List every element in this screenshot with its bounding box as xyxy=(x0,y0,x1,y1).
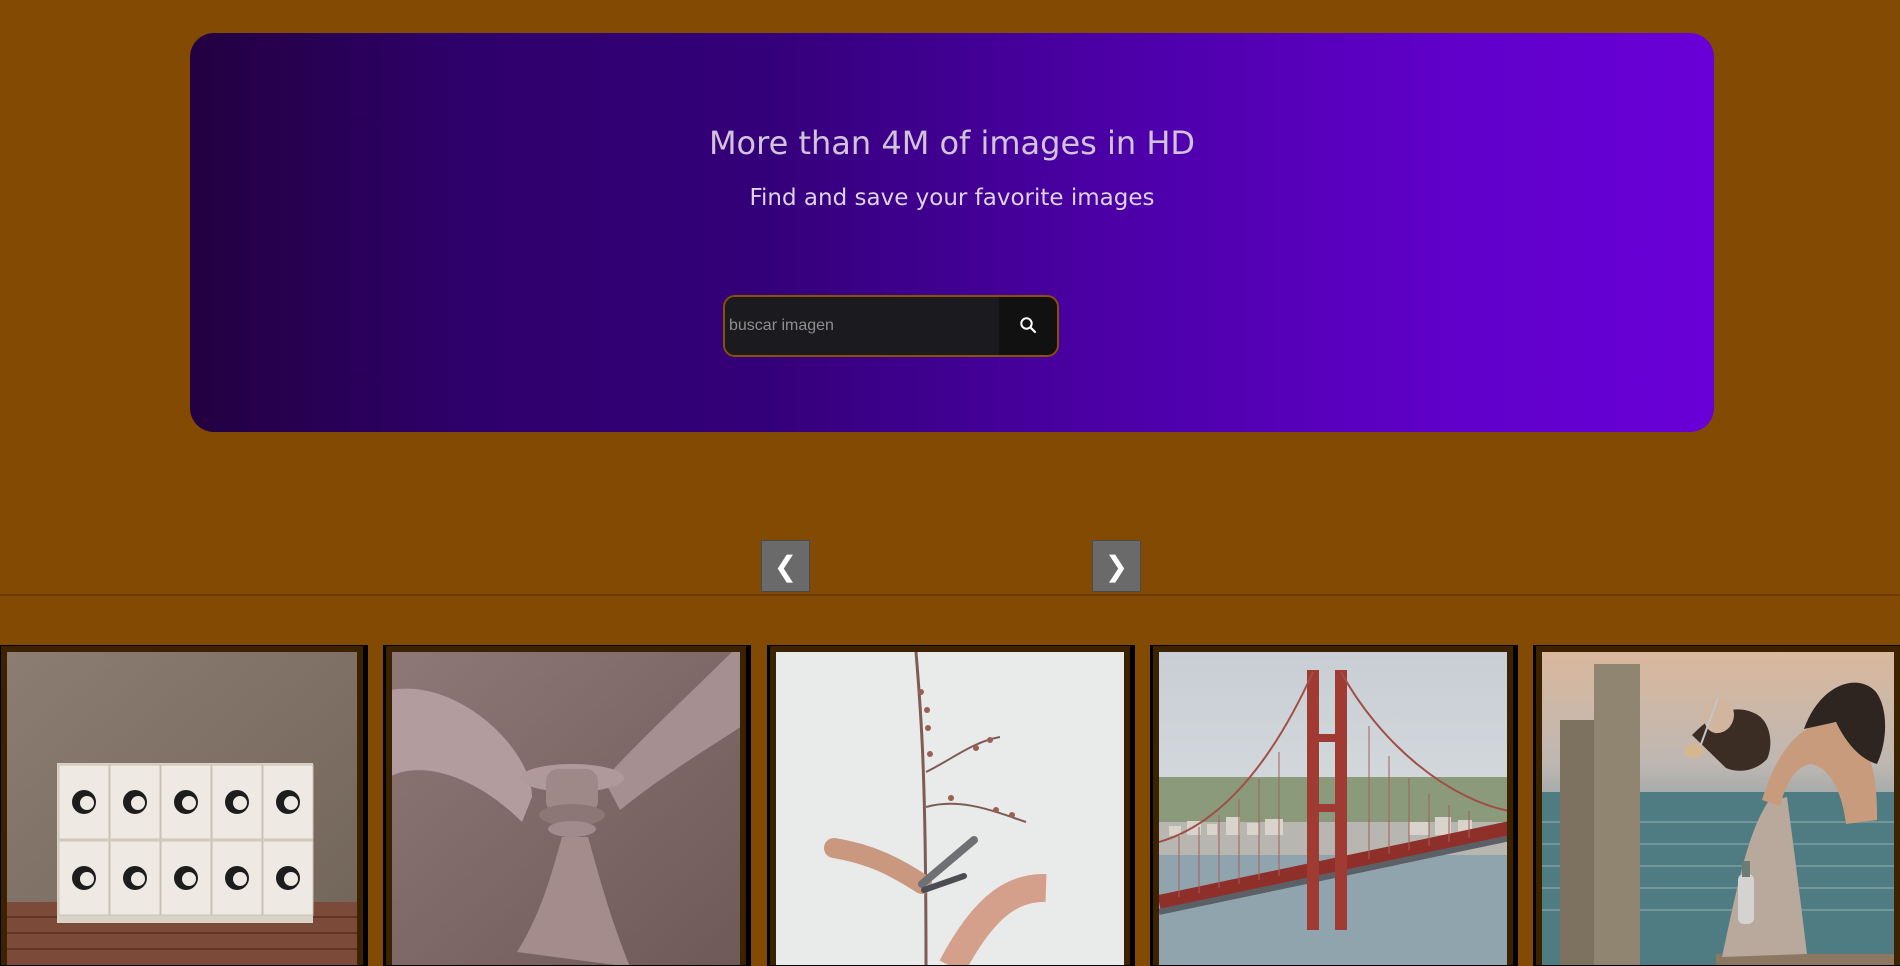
search-button[interactable] xyxy=(999,297,1057,355)
gallery-card[interactable] xyxy=(1533,645,1900,966)
posters-image-art xyxy=(7,652,357,965)
image-gallery xyxy=(0,645,1900,966)
pruning-image[interactable] xyxy=(776,652,1124,965)
hero-subtitle: Find and save your favorite images xyxy=(749,185,1155,211)
hero-banner: More than 4M of images in HD Find and sa… xyxy=(190,33,1714,432)
gallery-card[interactable] xyxy=(767,645,1135,966)
page: More than 4M of images in HD Find and sa… xyxy=(0,0,1900,966)
pier-image[interactable] xyxy=(1542,652,1894,965)
gallery-card[interactable] xyxy=(383,645,751,966)
bridge-image[interactable] xyxy=(1159,652,1507,965)
pier-image-art xyxy=(1542,652,1894,965)
ceiling-fan-image-art xyxy=(392,652,740,965)
carousel-next-button[interactable]: ❯ xyxy=(1092,540,1141,592)
search-bar xyxy=(723,295,1059,357)
hero-title: More than 4M of images in HD xyxy=(708,124,1196,162)
bridge-image-art xyxy=(1159,652,1507,965)
search-icon xyxy=(1019,316,1037,337)
search-input[interactable] xyxy=(725,297,999,355)
carousel-divider xyxy=(0,594,1900,596)
ceiling-fan-image[interactable] xyxy=(392,652,740,965)
posters-image[interactable] xyxy=(7,652,357,965)
carousel-prev-button[interactable]: ❮ xyxy=(761,540,810,592)
gallery-card[interactable] xyxy=(1150,645,1518,966)
pruning-image-art xyxy=(776,652,1124,965)
gallery-card[interactable] xyxy=(0,645,368,966)
